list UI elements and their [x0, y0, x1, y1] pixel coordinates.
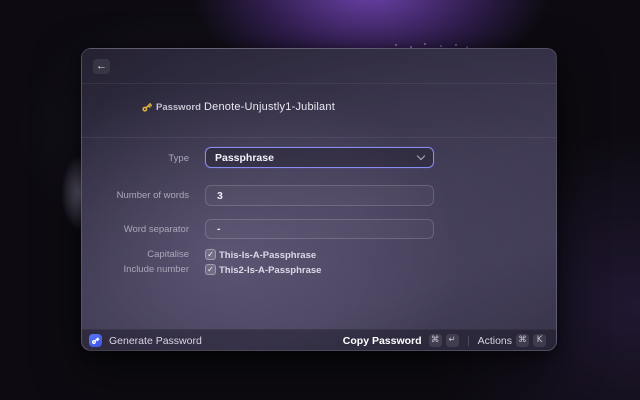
- include-number-checkbox-text[interactable]: This2-Is-A-Passphrase: [219, 265, 321, 276]
- capitalise-checkbox-text[interactable]: This-Is-A-Passphrase: [219, 250, 316, 261]
- word-separator-input[interactable]: [205, 219, 434, 239]
- sparkle-dot: [424, 43, 426, 45]
- key-icon: [142, 103, 153, 112]
- generate-password-app-icon: [89, 334, 102, 347]
- checkmark-icon: ✓: [207, 265, 214, 274]
- command-key-icon: ⌘: [516, 334, 529, 347]
- sparkle-dot: [440, 45, 442, 47]
- copy-password-button[interactable]: Copy Password: [343, 335, 422, 347]
- number-of-words-label: Number of words: [116, 190, 189, 201]
- action-separator: [467, 335, 469, 346]
- back-arrow-icon: ←: [96, 60, 107, 72]
- include-number-label: Include number: [123, 264, 189, 275]
- return-key-icon: ↵: [445, 334, 459, 347]
- capitalise-label: Capitalise: [147, 249, 189, 260]
- checkmark-icon: ✓: [207, 250, 214, 259]
- type-field-label: Type: [168, 153, 189, 164]
- back-button[interactable]: ←: [93, 59, 110, 74]
- password-value: Denote-Unjustly1-Jubilant: [204, 101, 335, 113]
- word-separator-label: Word separator: [123, 224, 189, 235]
- password-result-row: Password Denote-Unjustly1-Jubilant: [82, 100, 556, 114]
- action-bar-right: Copy Password ⌘ ↵ Actions ⌘ K: [343, 329, 546, 350]
- header-divider: [82, 83, 556, 84]
- sparkle-dot: [455, 44, 457, 46]
- type-select[interactable]: Passphrase: [205, 147, 434, 168]
- command-key-icon: ⌘: [428, 334, 442, 347]
- sparkle-dot: [395, 44, 397, 46]
- number-of-words-input[interactable]: [205, 185, 434, 206]
- raycast-window: ← Password Denote-Unjustly1-Jubilant Typ…: [81, 48, 557, 351]
- type-select-value: Passphrase: [215, 151, 274, 164]
- app-title: Generate Password: [109, 334, 202, 347]
- actions-button[interactable]: Actions: [478, 335, 512, 347]
- chevron-down-icon: [416, 151, 426, 161]
- include-number-checkbox[interactable]: ✓: [205, 264, 216, 275]
- desktop-background: ← Password Denote-Unjustly1-Jubilant Typ…: [0, 0, 640, 400]
- action-bar: Generate Password Copy Password ⌘ ↵ Acti…: [82, 329, 556, 350]
- key-icon: [91, 337, 100, 345]
- k-key-icon: K: [533, 334, 546, 347]
- capitalise-checkbox[interactable]: ✓: [205, 249, 216, 260]
- action-bar-left: Generate Password: [89, 329, 202, 350]
- section-divider: [82, 137, 556, 138]
- password-label: Password: [156, 101, 201, 113]
